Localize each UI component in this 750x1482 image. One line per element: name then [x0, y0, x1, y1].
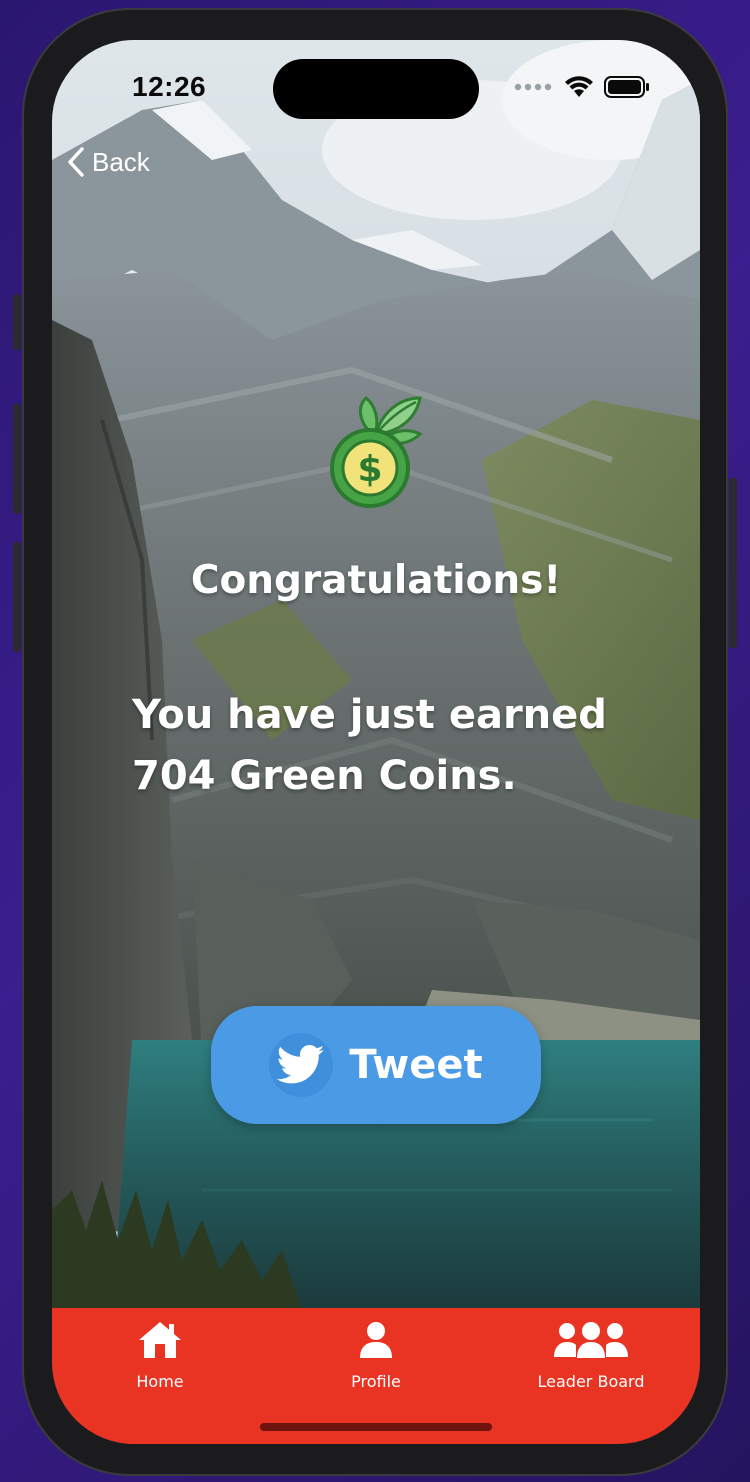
battery-icon [604, 76, 649, 98]
earned-message-line-2: 704 Green Coins. [132, 753, 517, 799]
signal-dots-icon [514, 83, 552, 91]
tab-home-label: Home [136, 1372, 184, 1391]
svg-text:$: $ [357, 449, 382, 490]
volume-up-button [13, 404, 21, 514]
tab-home[interactable]: Home [110, 1308, 210, 1408]
group-icon [553, 1318, 629, 1362]
status-time: 12:26 [132, 71, 207, 102]
person-icon [358, 1318, 394, 1362]
status-bar: 12:26 [52, 40, 700, 140]
earned-message: You have just earned 704 Green Coins. [132, 685, 652, 807]
tab-leader-board-label: Leader Board [537, 1372, 645, 1391]
tab-profile[interactable]: Profile [326, 1308, 426, 1408]
money-bag-coin-icon: $ [322, 384, 432, 508]
back-button[interactable]: Back [66, 146, 150, 178]
volume-down-button [13, 542, 21, 652]
app-screen: 12:26 Back $ Congratulations! You have j… [52, 40, 700, 1444]
earned-message-line-1: You have just earned [132, 692, 607, 738]
tab-leader-board[interactable]: Leader Board [526, 1308, 656, 1408]
wifi-icon [565, 76, 593, 97]
tweet-button[interactable]: Tweet [211, 1006, 541, 1124]
dynamic-island [273, 59, 479, 119]
chevron-left-icon [68, 147, 84, 177]
action-button [13, 294, 21, 350]
home-icon [137, 1318, 183, 1362]
power-button [729, 478, 737, 648]
back-label: Back [92, 146, 150, 177]
tweet-label: Tweet [349, 1042, 483, 1088]
status-icons [514, 76, 650, 98]
congratulations-heading: Congratulations! [190, 558, 562, 603]
tab-profile-label: Profile [351, 1372, 401, 1391]
home-indicator [260, 1423, 492, 1431]
twitter-bird-icon [269, 1033, 334, 1097]
